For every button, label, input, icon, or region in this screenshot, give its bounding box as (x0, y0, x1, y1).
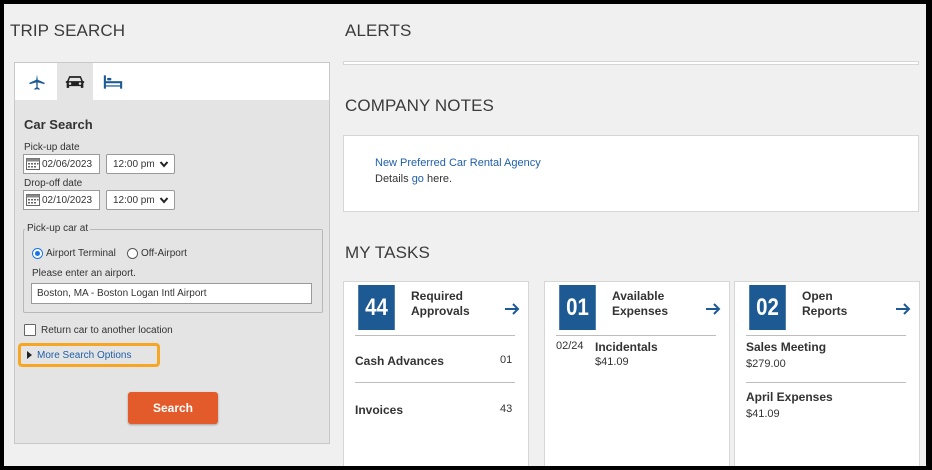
company-notes-panel: New Preferred Car Rental Agency Details … (343, 135, 919, 212)
task-row-label[interactable]: Invoices (355, 403, 403, 417)
dropoff-time-select[interactable]: 12:00 pm (106, 190, 175, 210)
divider (746, 382, 906, 383)
report-amount: $41.09 (746, 408, 780, 420)
alerts-title: ALERTS (345, 21, 412, 40)
task-title-line2: Approvals (411, 304, 470, 318)
tab-hotel[interactable] (95, 63, 131, 101)
airport-prompt: Please enter an airport. (32, 268, 136, 279)
more-search-options-link[interactable]: More Search Options (18, 343, 160, 367)
task-title-line1: Required (411, 289, 464, 303)
divider (746, 335, 906, 336)
arrow-right-icon[interactable] (895, 302, 911, 316)
details-prefix: Details (375, 173, 412, 185)
airport-input-value: Boston, MA - Boston Logan Intl Airport (37, 288, 207, 299)
search-button[interactable]: Search (128, 392, 218, 424)
task-row-label[interactable]: Cash Advances (355, 354, 444, 368)
radio-airport-terminal[interactable] (32, 248, 43, 259)
pickup-date-label: Pick-up date (24, 142, 80, 153)
pickup-location-legend: Pick-up car at (25, 223, 91, 234)
dropoff-date-label: Drop-off date (24, 178, 83, 189)
arrow-right-icon[interactable] (504, 302, 520, 316)
pickup-date-input[interactable]: 02/06/2023 (23, 154, 100, 174)
alerts-panel (343, 61, 919, 65)
radio-off-airport[interactable] (127, 248, 138, 259)
dropoff-time-value: 12:00 pm (113, 194, 155, 206)
my-tasks-title: MY TASKS (345, 243, 430, 262)
task-title[interactable]: Open Reports (802, 289, 872, 319)
task-count-badge: 02 (749, 285, 786, 330)
app-frame: TRIP SEARCH Car Search Pick-up date 02/0… (4, 4, 926, 466)
details-go-link[interactable]: go (412, 173, 424, 185)
return-other-location-checkbox[interactable] (24, 324, 36, 336)
expand-triangle-icon (27, 351, 32, 359)
trip-search-panel: Car Search Pick-up date 02/06/2023 12:00… (14, 62, 330, 444)
expense-amount: $41.09 (595, 356, 629, 368)
car-icon (65, 76, 85, 88)
company-notes-title: COMPANY NOTES (345, 96, 494, 115)
airplane-icon (29, 74, 45, 90)
report-name[interactable]: Sales Meeting (746, 340, 826, 354)
task-title-line2: Expenses (612, 304, 669, 318)
dropoff-date-input[interactable]: 02/10/2023 (23, 190, 100, 210)
task-card-open-reports: 02 Open Reports Sales Meeting $279.00 Apr… (734, 281, 920, 466)
expense-date: 02/24 (556, 340, 584, 352)
return-other-location-label: Return car to another location (41, 325, 173, 336)
trip-type-tabs (15, 63, 329, 101)
task-title[interactable]: Required Approvals (411, 289, 481, 319)
arrow-right-icon[interactable] (705, 302, 721, 316)
dropoff-date-value: 02/10/2023 (42, 194, 93, 206)
company-note-link[interactable]: New Preferred Car Rental Agency (375, 157, 541, 169)
company-note-details: Details go here. (375, 173, 452, 185)
pickup-time-select[interactable]: 12:00 pm (106, 154, 175, 174)
task-count-badge: 01 (559, 285, 596, 330)
report-name[interactable]: April Expenses (746, 390, 833, 404)
tab-air[interactable] (19, 63, 55, 101)
divider (556, 335, 716, 336)
tab-car[interactable] (57, 63, 93, 101)
radio-airport-terminal-label: Airport Terminal (46, 248, 116, 259)
airport-input[interactable]: Boston, MA - Boston Logan Intl Airport (31, 283, 312, 304)
task-row-label[interactable]: Incidentals (595, 340, 658, 354)
task-count-badge: 44 (358, 285, 395, 330)
chevron-down-icon (159, 161, 169, 168)
divider (355, 382, 515, 383)
details-suffix: here. (423, 173, 453, 185)
task-title-line1: Open (802, 289, 833, 303)
trip-search-title: TRIP SEARCH (10, 21, 126, 40)
task-card-available-expenses: 01 Available Expenses 02/24 Incidentals $… (544, 281, 730, 466)
pickup-time-value: 12:00 pm (113, 158, 155, 170)
report-amount: $279.00 (746, 358, 786, 370)
task-card-required-approvals: 44 Required Approvals Cash Advances 01 In… (343, 281, 529, 466)
car-search-heading: Car Search (24, 117, 93, 132)
hotel-bed-icon (103, 75, 123, 89)
task-row-count: 43 (500, 403, 513, 415)
pickup-date-value: 02/06/2023 (42, 158, 93, 170)
divider (355, 335, 515, 336)
task-title-line2: Reports (802, 304, 848, 318)
calendar-icon (26, 158, 40, 170)
radio-off-airport-label: Off-Airport (141, 248, 187, 259)
calendar-icon (26, 194, 40, 206)
task-row-count: 01 (500, 354, 513, 366)
more-search-options-label: More Search Options (37, 349, 132, 361)
task-title[interactable]: Available Expenses (612, 289, 682, 319)
chevron-down-icon (159, 197, 169, 204)
task-title-line1: Available (612, 289, 665, 303)
